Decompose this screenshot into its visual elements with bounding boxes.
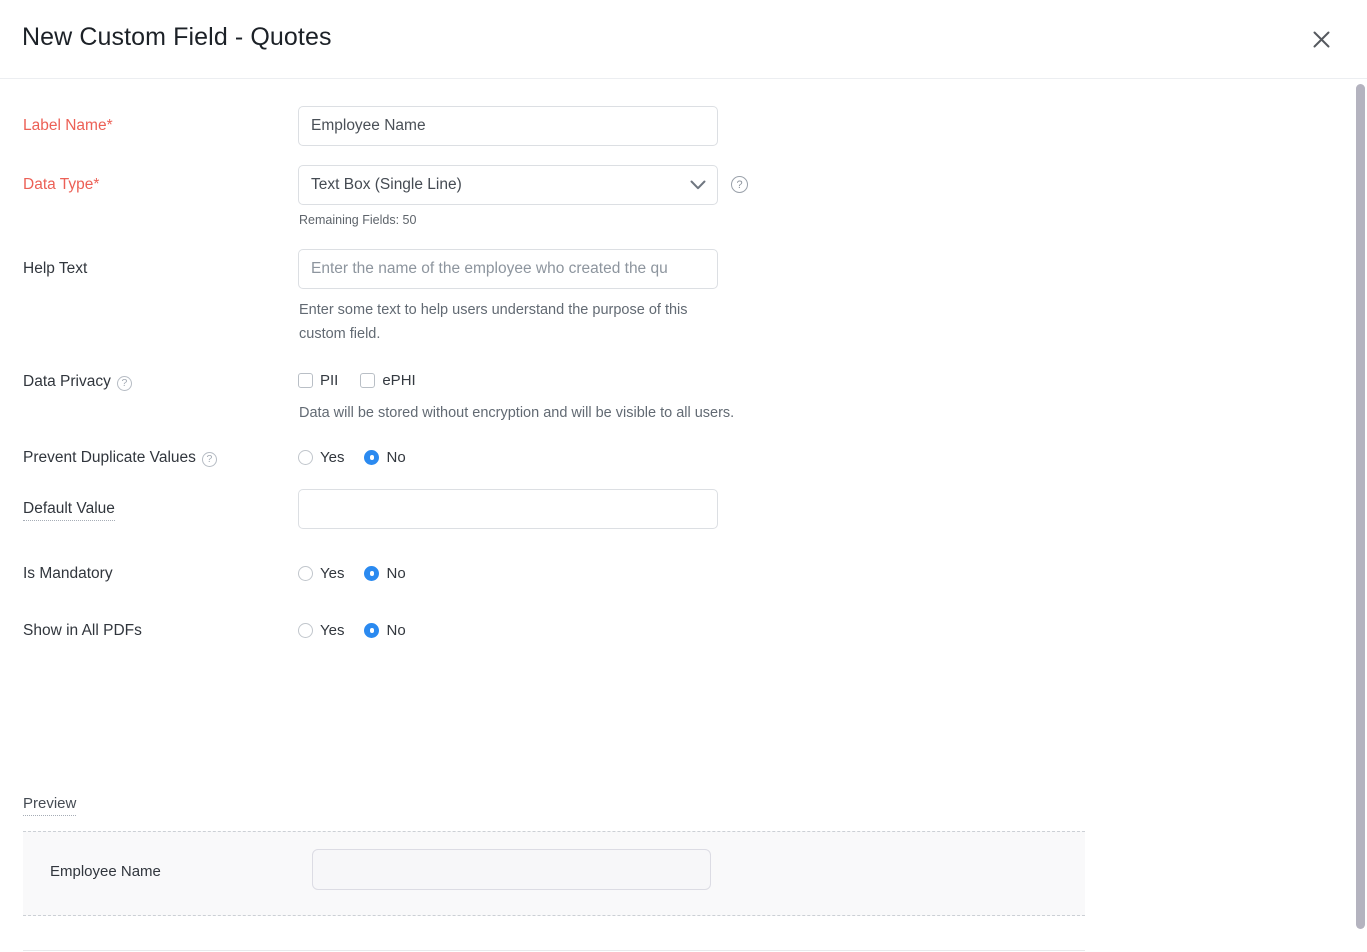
- help-text-label: Help Text: [23, 260, 88, 277]
- data-type-select-wrapper: Text Box (Single Line): [298, 165, 718, 205]
- default-value-input[interactable]: [298, 489, 718, 529]
- preview-panel: Employee Name: [23, 831, 1085, 916]
- custom-field-dialog: New Custom Field - Quotes Label Name* D: [0, 0, 1367, 952]
- radio-is-mandatory-no[interactable]: No: [364, 565, 406, 582]
- radio-circle-selected-icon: [364, 450, 380, 465]
- footer-divider: [23, 950, 1085, 951]
- vertical-scrollbar-thumb[interactable]: [1356, 84, 1365, 929]
- dialog-header: New Custom Field - Quotes: [0, 0, 1367, 79]
- radio-prevent-duplicate-no[interactable]: No: [364, 449, 406, 466]
- radio-circle-icon: [298, 623, 313, 638]
- checkbox-ephi-label: ePHI: [382, 372, 416, 389]
- checkbox-box-icon: [360, 373, 376, 388]
- label-name-input[interactable]: [298, 106, 718, 146]
- radio-circle-selected-icon: [364, 566, 380, 581]
- checkbox-pii-label: PII: [320, 372, 339, 389]
- prevent-duplicate-label: Prevent Duplicate Values ?: [23, 449, 217, 467]
- help-text-hint: Enter some text to help users understand…: [299, 302, 688, 342]
- prevent-duplicate-help-icon[interactable]: ?: [201, 451, 217, 467]
- preview-field-label: Employee Name: [50, 863, 161, 880]
- data-privacy-label: Data Privacy ?: [23, 373, 132, 391]
- data-type-field: Text Box (Single Line): [298, 165, 718, 205]
- radio-circle-icon: [298, 450, 313, 465]
- label-name-field: [298, 106, 718, 146]
- data-type-help-icon[interactable]: ?: [731, 176, 748, 193]
- data-type-label: Data Type*: [23, 176, 100, 193]
- radio-yes-label: Yes: [320, 449, 345, 466]
- radio-prevent-duplicate-yes[interactable]: Yes: [298, 449, 344, 466]
- radio-no-label: No: [386, 565, 406, 582]
- label-name-label: Label Name*: [23, 117, 113, 134]
- radio-yes-label: Yes: [320, 565, 345, 582]
- data-privacy-help-icon[interactable]: ?: [116, 375, 132, 391]
- show-in-all-pdfs-radio-group: Yes No: [298, 622, 406, 639]
- radio-is-mandatory-yes[interactable]: Yes: [298, 565, 344, 582]
- remaining-fields-note: Remaining Fields: 50: [299, 213, 417, 227]
- page-title: New Custom Field - Quotes: [22, 23, 332, 51]
- checkbox-pii[interactable]: PII: [298, 372, 338, 389]
- radio-yes-label: Yes: [320, 622, 345, 639]
- radio-no-label: No: [386, 449, 406, 466]
- radio-circle-icon: [298, 566, 313, 581]
- radio-show-in-all-pdfs-yes[interactable]: Yes: [298, 622, 344, 639]
- preview-field-input[interactable]: [312, 849, 711, 890]
- default-value-label: Default Value: [23, 500, 115, 521]
- show-in-all-pdfs-label: Show in All PDFs: [23, 622, 142, 639]
- help-text-field: [298, 249, 718, 289]
- radio-show-in-all-pdfs-no[interactable]: No: [364, 622, 406, 639]
- data-privacy-hint: Data will be stored without encryption a…: [299, 405, 735, 421]
- is-mandatory-label: Is Mandatory: [23, 565, 113, 582]
- help-text-input[interactable]: [298, 249, 718, 289]
- checkbox-ephi[interactable]: ePHI: [360, 372, 416, 389]
- dialog-body: Label Name* Data Type* Text Box (Single …: [0, 79, 1367, 952]
- data-type-select[interactable]: Text Box (Single Line): [298, 165, 718, 205]
- preview-section-label: Preview: [23, 795, 77, 816]
- data-privacy-checkbox-group: PII ePHI: [298, 372, 416, 389]
- close-icon[interactable]: [1302, 20, 1340, 58]
- radio-no-label: No: [386, 622, 406, 639]
- default-value-field: [298, 489, 718, 529]
- checkbox-box-icon: [298, 373, 313, 388]
- prevent-duplicate-radio-group: Yes No: [298, 449, 406, 466]
- is-mandatory-radio-group: Yes No: [298, 565, 406, 582]
- radio-circle-selected-icon: [364, 623, 380, 638]
